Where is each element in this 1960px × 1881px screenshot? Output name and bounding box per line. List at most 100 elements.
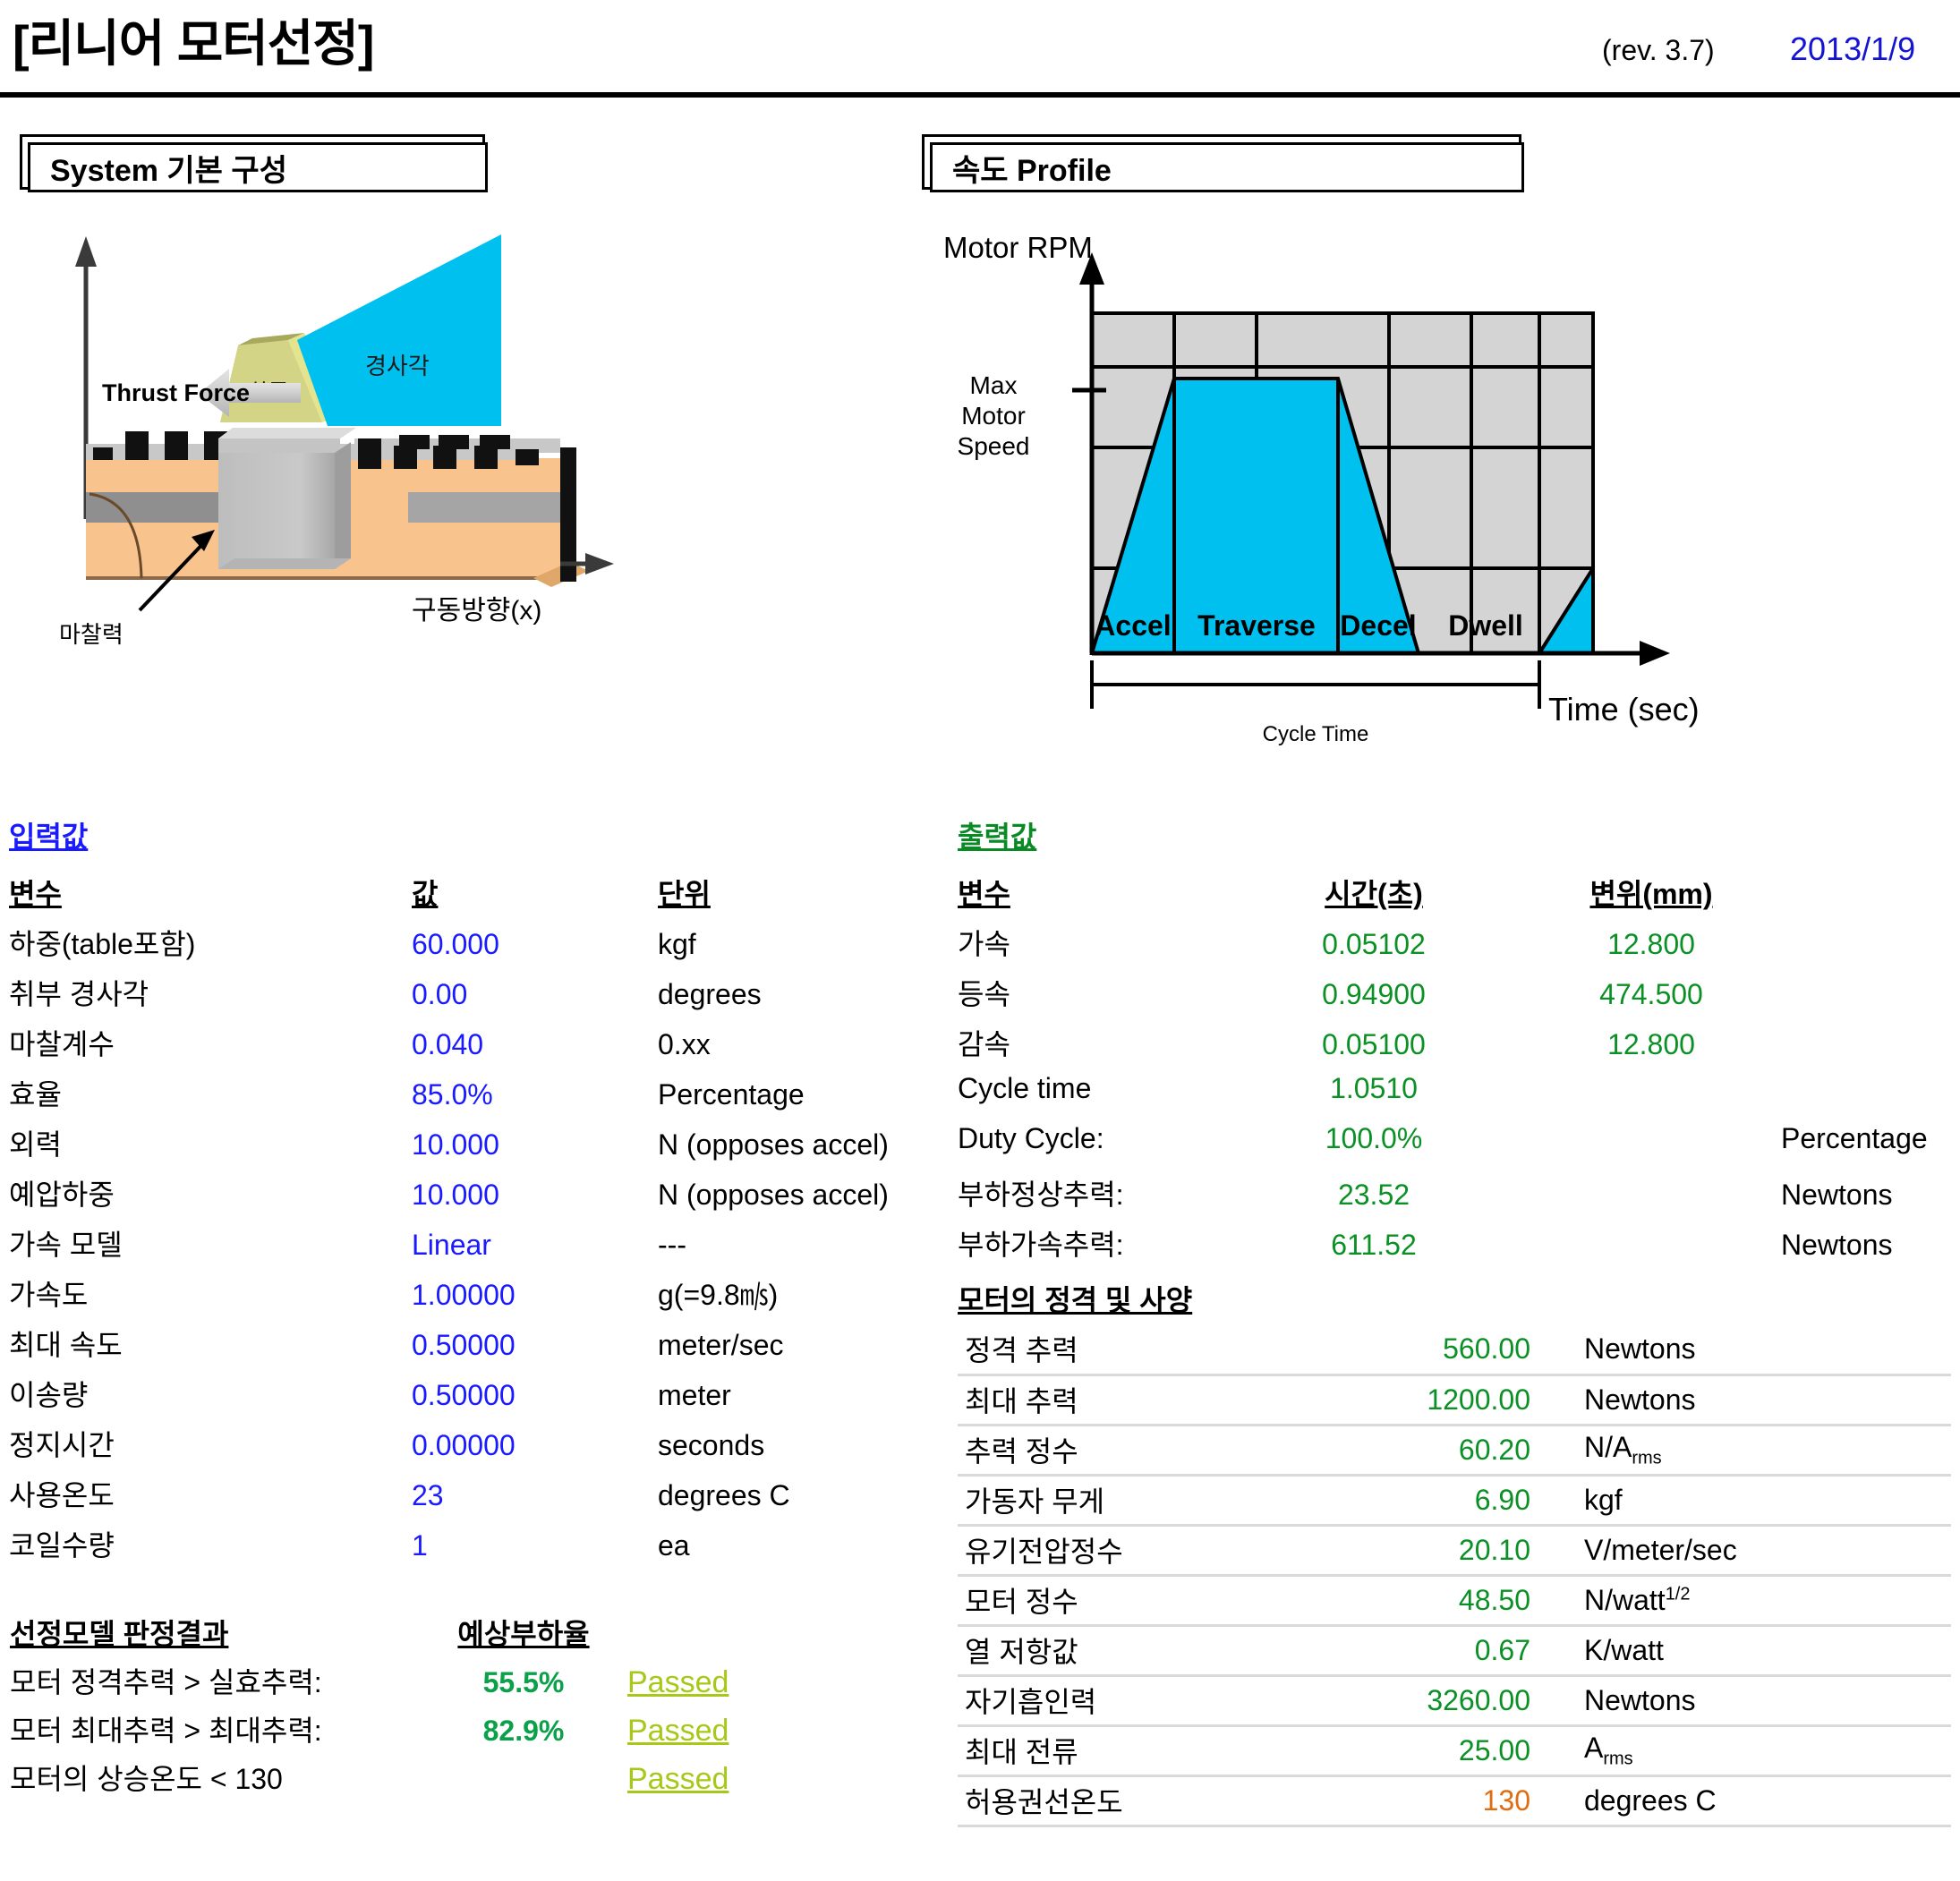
row-value[interactable]: 60.000 <box>412 922 658 972</box>
chart-segment-accel: Accel <box>1095 609 1171 642</box>
page-header: [리니어 모터선정] (rev. 3.7) 2013/1/9 <box>0 0 1960 98</box>
row-value[interactable]: 1.00000 <box>412 1272 658 1323</box>
row-disp: 474.500 <box>1599 978 1703 1010</box>
table-header-row: 변수 시간(초) 변위(mm) <box>958 872 1951 922</box>
table-row: 유기전압정수 20.10 V/meter/sec <box>958 1525 1951 1577</box>
thrust-force-label: Thrust Force <box>102 379 250 406</box>
row-unit: N (opposes accel) <box>658 1128 889 1161</box>
header-divider <box>0 92 1960 98</box>
row-unit: kgf <box>1584 1475 1951 1527</box>
row-value[interactable]: 0.00000 <box>412 1423 658 1473</box>
table-row: 가동자 무게 6.90 kgf <box>958 1475 1951 1527</box>
row-unit: seconds <box>658 1429 765 1461</box>
row-value: 3260.00 <box>1289 1675 1584 1727</box>
input-values-table: 변수 값 단위 하중(table포함) 60.000 kgf 취부 경사각 0.00 d… <box>9 872 922 1573</box>
chart-segment-traverse: Traverse <box>1197 609 1316 642</box>
output-col-variable: 변수 <box>958 878 1010 910</box>
output-col-disp: 변위(mm) <box>1589 878 1713 910</box>
row-unit: N (opposes accel) <box>658 1179 889 1211</box>
row-value[interactable]: 85.0% <box>412 1072 658 1122</box>
table-row: 최대 추력 1200.00 Newtons <box>958 1375 1951 1426</box>
system-schematic-diagram: 하중 경사각 Thrust Force 마찰력 구동방향(x) <box>54 224 886 761</box>
row-value[interactable]: 0.50000 <box>412 1373 658 1423</box>
output-panel-title: 출력값 <box>958 821 1037 853</box>
section-header-profile: 속도 Profile <box>922 134 1524 192</box>
row-unit: Newtons <box>1781 1229 1893 1261</box>
row-value[interactable]: Linear <box>412 1222 658 1272</box>
velocity-profile-chart: Motor RPM Max Motor Speed Accel Traverse… <box>931 233 1897 752</box>
table-row: 모터 정격추력 > 실효추력: 55.5% Passed <box>9 1659 904 1707</box>
table-row: 추력 정수 60.20 N/Arms <box>958 1425 1951 1477</box>
row-label: 외력 <box>9 1128 62 1161</box>
verdict-pct-header: 예상부하율 <box>457 1618 590 1650</box>
section-header-system: System 기본 구성 <box>20 134 488 192</box>
row-unit <box>1781 1022 1951 1072</box>
verdict-percent: 55.5% <box>482 1666 565 1698</box>
row-unit: 0.xx <box>658 1028 711 1060</box>
row-value[interactable]: 23 <box>412 1473 658 1523</box>
row-label: 최대 전류 <box>958 1725 1289 1777</box>
table-row: 이송량 0.50000 meter <box>9 1373 922 1423</box>
revision-label: (rev. 3.7) <box>1602 34 1715 66</box>
section-header-profile-label: 속도 Profile <box>952 153 1112 188</box>
table-row: Duty Cycle: 100.0% Percentage <box>958 1122 1951 1172</box>
row-label: 이송량 <box>9 1379 89 1411</box>
chart-segment-dwell: Dwell <box>1448 609 1523 642</box>
chart-cycle-time-bracket <box>1090 660 1541 709</box>
verdict-result-header <box>626 1611 904 1659</box>
row-unit: --- <box>658 1229 686 1261</box>
table-row: 취부 경사각 0.00 degrees <box>9 972 922 1022</box>
table-row: 최대 전류 25.00 Arms <box>958 1725 1951 1777</box>
chart-cycle-time-label: Cycle Time <box>1263 722 1369 746</box>
row-unit: ea <box>658 1529 690 1562</box>
chart-x-axis-title: Time (sec) <box>1548 691 1700 728</box>
row-unit: Percentage <box>1781 1122 1928 1154</box>
schematic-incline-text: 경사각 <box>365 353 430 379</box>
row-label: 효율 <box>9 1078 62 1111</box>
row-label: 감속 <box>958 1028 1010 1060</box>
section-header-system-label: System 기본 구성 <box>50 153 287 188</box>
table-row: 부하정상추력: 23.52 Newtons <box>958 1172 1951 1222</box>
row-unit: degrees C <box>658 1479 790 1511</box>
table-row: 정지시간 0.00000 seconds <box>9 1423 922 1473</box>
input-col-value: 값 <box>412 878 439 910</box>
row-value[interactable]: 0.50000 <box>412 1323 658 1373</box>
table-row: 자기흡인력 3260.00 Newtons <box>958 1675 1951 1727</box>
output-values-table: 변수 시간(초) 변위(mm) 가속 0.05102 12.800 등속 0.9… <box>958 872 1951 1272</box>
row-value: 130 <box>1289 1775 1584 1827</box>
row-value: 48.50 <box>1289 1575 1584 1627</box>
row-value: 560.00 <box>1289 1324 1584 1376</box>
row-value[interactable]: 0.00 <box>412 972 658 1022</box>
row-label: 가속 모델 <box>9 1229 123 1261</box>
chart-y-axis-title: Motor RPM <box>943 233 1093 264</box>
motor-spec-table: 정격 추력 560.00 Newtons 최대 추력 1200.00 Newto… <box>958 1324 1951 1827</box>
input-col-unit: 단위 <box>658 878 711 910</box>
row-value[interactable]: 0.040 <box>412 1022 658 1072</box>
table-row: 등속 0.94900 474.500 <box>958 972 1951 1022</box>
row-label: 하중(table포함) <box>9 928 196 960</box>
output-col-time: 시간(초) <box>1325 878 1423 910</box>
row-label: 등속 <box>958 978 1010 1010</box>
table-row: 외력 10.000 N (opposes accel) <box>9 1122 922 1172</box>
row-value[interactable]: 10.000 <box>412 1172 658 1222</box>
drive-direction-label: 구동방향(x) <box>412 596 541 626</box>
row-label: 가동자 무게 <box>958 1475 1289 1527</box>
row-disp: 12.800 <box>1607 928 1695 960</box>
table-row: 예압하중 10.000 N (opposes accel) <box>9 1172 922 1222</box>
row-value[interactable]: 10.000 <box>412 1122 658 1172</box>
row-value: 1.0510 <box>1330 1072 1418 1104</box>
row-label: 취부 경사각 <box>9 978 149 1010</box>
row-value: 0.67 <box>1289 1625 1584 1677</box>
row-unit: kgf <box>658 928 696 960</box>
row-time: 0.05100 <box>1322 1028 1426 1060</box>
row-unit: Newtons <box>1781 1179 1893 1211</box>
row-value[interactable]: 1 <box>412 1523 658 1573</box>
verdict-percent: 82.9% <box>482 1715 565 1747</box>
row-value: 6.90 <box>1289 1475 1584 1527</box>
document-date: 2013/1/9 <box>1790 30 1916 67</box>
row-unit: meter/sec <box>658 1329 784 1361</box>
row-unit <box>1781 972 1951 1022</box>
row-unit: K/watt <box>1584 1625 1951 1677</box>
selection-verdict-panel: 선정모델 판정결과 예상부하율 모터 정격추력 > 실효추력: 55.5% Pa… <box>9 1611 904 1804</box>
row-label: 코일수량 <box>9 1529 115 1562</box>
